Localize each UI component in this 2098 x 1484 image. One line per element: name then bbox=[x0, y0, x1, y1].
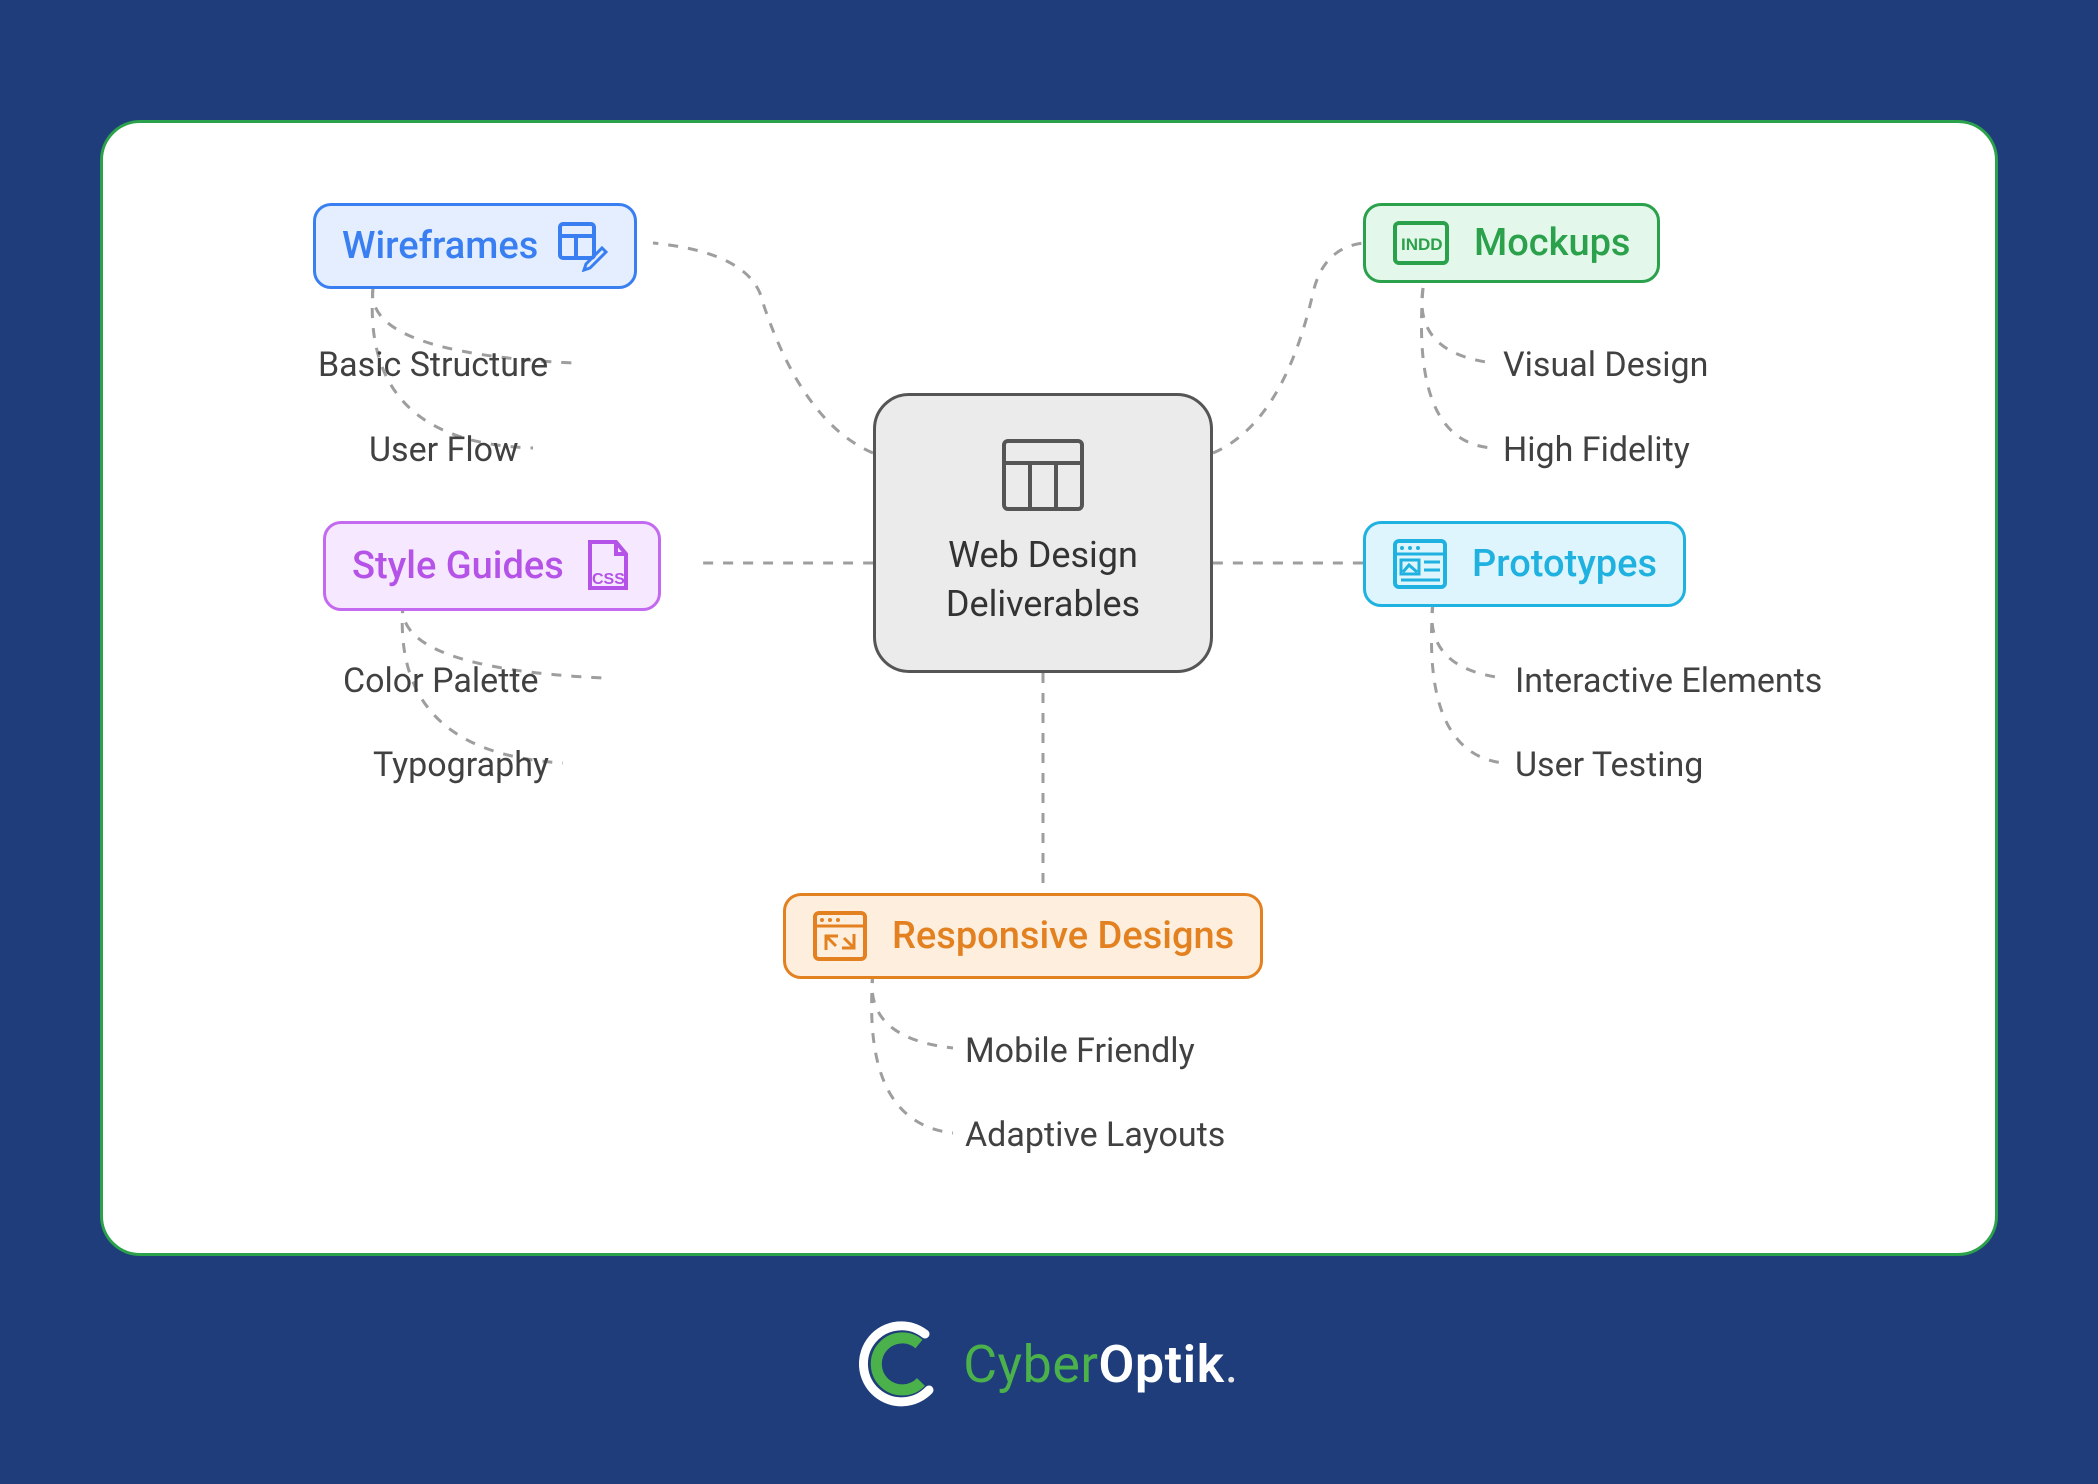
diagram-card: Web Design Deliverables Wireframes Basic… bbox=[100, 120, 1998, 1256]
browser-image-icon bbox=[1392, 538, 1448, 590]
sub-styleguides-0: Color Palette bbox=[343, 661, 538, 701]
center-title-line2: Deliverables bbox=[946, 583, 1140, 625]
sub-wireframes-1: User Flow bbox=[369, 430, 519, 470]
node-styleguides: Style Guides CSS bbox=[323, 521, 661, 611]
node-label: Mockups bbox=[1474, 221, 1631, 265]
sub-prototypes-1: User Testing bbox=[1515, 745, 1703, 785]
logo-mark-icon bbox=[859, 1320, 947, 1408]
wireframe-pencil-icon bbox=[556, 220, 608, 272]
node-responsive: Responsive Designs bbox=[783, 893, 1263, 979]
layout-grid-icon bbox=[1000, 437, 1086, 513]
brand-logo: CyberOptik. bbox=[0, 1320, 2098, 1408]
css-file-icon: CSS bbox=[582, 538, 632, 594]
svg-text:INDD: INDD bbox=[1401, 235, 1443, 254]
node-label: Style Guides bbox=[352, 544, 564, 588]
node-mockups: INDD Mockups bbox=[1363, 203, 1660, 283]
node-label: Responsive Designs bbox=[892, 914, 1234, 958]
brand-name: CyberOptik. bbox=[963, 1334, 1239, 1395]
responsive-icon bbox=[812, 910, 868, 962]
center-node: Web Design Deliverables bbox=[873, 393, 1213, 673]
sub-styleguides-1: Typography bbox=[373, 745, 549, 785]
sub-responsive-1: Adaptive Layouts bbox=[965, 1115, 1225, 1155]
sub-mockups-1: High Fidelity bbox=[1503, 430, 1690, 470]
indd-file-icon: INDD bbox=[1392, 220, 1450, 266]
sub-wireframes-0: Basic Structure bbox=[318, 345, 548, 385]
node-label: Wireframes bbox=[342, 224, 538, 268]
node-wireframes: Wireframes bbox=[313, 203, 637, 289]
svg-text:CSS: CSS bbox=[592, 571, 625, 588]
sub-mockups-0: Visual Design bbox=[1503, 345, 1708, 385]
node-prototypes: Prototypes bbox=[1363, 521, 1686, 607]
sub-prototypes-0: Interactive Elements bbox=[1515, 661, 1822, 701]
center-title-line1: Web Design bbox=[948, 534, 1138, 576]
node-label: Prototypes bbox=[1472, 542, 1657, 586]
sub-responsive-0: Mobile Friendly bbox=[965, 1031, 1195, 1071]
